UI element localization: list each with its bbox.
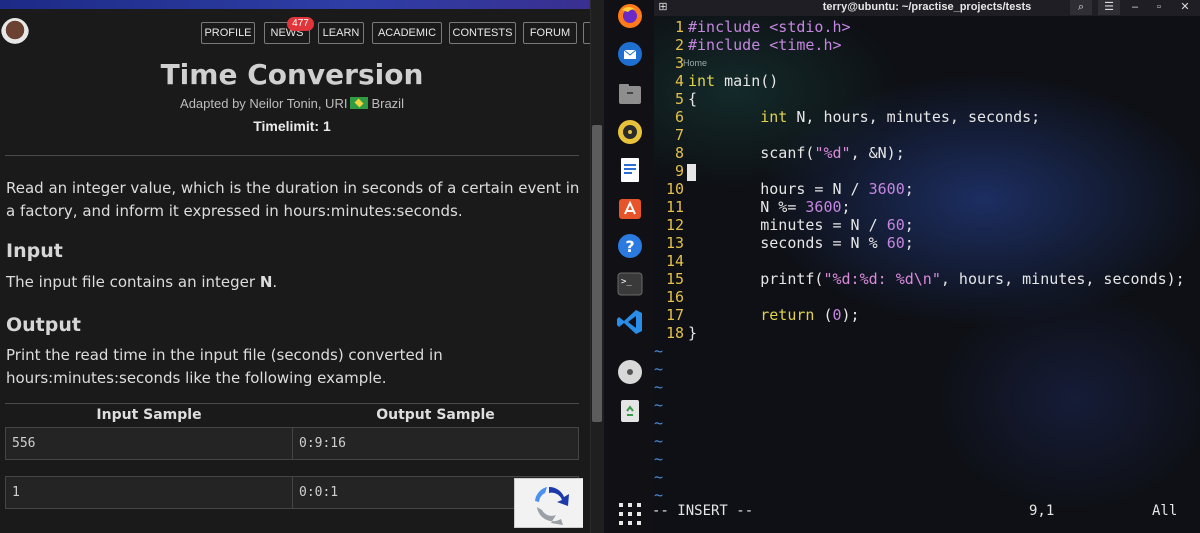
code-line: #include <stdio.h> — [688, 18, 851, 36]
input-variable: N — [259, 273, 273, 291]
new-tab-icon[interactable]: ⊞ — [654, 0, 672, 15]
divider — [5, 155, 579, 156]
empty-line-tilde: ~ — [654, 378, 664, 396]
code-line: seconds = N % 60; — [688, 234, 914, 252]
sample-output-cell: 0:9:16 — [292, 427, 579, 460]
code-line: printf("%d:%d: %d\n", hours, minutes, se… — [688, 270, 1185, 288]
menu-icon[interactable]: ☰ — [1098, 0, 1120, 15]
maximize-icon[interactable]: ▫ — [1150, 0, 1168, 15]
line-number: 1 — [674, 18, 684, 36]
line-number: 13 — [665, 234, 684, 252]
code-line: { — [688, 90, 698, 108]
output-heading: Output — [6, 314, 81, 336]
recaptcha-icon — [535, 486, 569, 525]
nav-forum-button[interactable]: FORUM — [523, 22, 577, 44]
firefox-icon[interactable] — [616, 2, 644, 30]
output-text: Print the read time in the input file (s… — [6, 346, 443, 387]
minimize-icon[interactable]: – — [1126, 0, 1144, 15]
vim-scroll-indicator: All — [1152, 503, 1178, 519]
input-text-main: The input file contains an integer — [6, 273, 260, 291]
empty-line-tilde: ~ — [654, 360, 664, 378]
desktop-home-label: Home — [683, 58, 708, 68]
timelimit: Timelimit: 1 — [253, 118, 331, 134]
empty-line-tilde: ~ — [654, 450, 664, 468]
nav-profile-button[interactable]: PROFILE — [201, 22, 255, 44]
problem-description: Read an integer value, which is the dura… — [6, 179, 580, 220]
code-line: minutes = N / 60; — [688, 216, 914, 234]
vim-mode-indicator: -- INSERT -- — [652, 503, 754, 519]
rhythmbox-icon[interactable] — [616, 118, 644, 146]
svg-text:>_: >_ — [621, 277, 632, 287]
vim-cursor-position: 9,1 — [1029, 503, 1055, 519]
input-text: The input file contains an integer N. — [6, 271, 581, 294]
line-number: 2 — [674, 36, 684, 54]
svg-text:?: ? — [625, 237, 634, 256]
site-header-band — [0, 0, 590, 9]
trash-icon[interactable] — [616, 396, 644, 424]
code-line: scanf("%d", &N); — [688, 144, 905, 162]
empty-line-tilde: ~ — [654, 432, 664, 450]
help-icon[interactable]: ? — [616, 232, 644, 260]
news-count-badge: 477 — [287, 17, 314, 31]
line-number: 4 — [674, 72, 684, 90]
line-number: 7 — [674, 126, 684, 144]
thunderbird-icon[interactable] — [616, 40, 644, 68]
line-number: 3 — [674, 54, 684, 72]
line-number: 12 — [665, 216, 684, 234]
writer-icon[interactable] — [616, 156, 644, 184]
sample-input-cell: 556 — [5, 427, 293, 460]
code-line: N %= 3600; — [688, 198, 851, 216]
recaptcha-badge[interactable] — [514, 478, 583, 528]
line-number: 8 — [674, 144, 684, 162]
text-cursor — [687, 164, 696, 181]
avatar[interactable] — [1, 18, 29, 48]
code-line: return (0); — [760, 306, 860, 324]
problem-author: Adapted by Neilor Tonin, URI Brazil — [0, 96, 584, 111]
browser-pane: PROFILE NEWS 477 LEARN ACADEMIC CONTESTS… — [0, 0, 590, 533]
table-top-divider — [5, 403, 579, 404]
problem-title: Time Conversion — [160, 58, 424, 91]
browser-scrollbar-thumb[interactable] — [592, 125, 602, 422]
empty-line-tilde: ~ — [654, 396, 664, 414]
code-line: } — [688, 324, 698, 342]
vscode-icon[interactable] — [616, 308, 644, 336]
empty-line-tilde: ~ — [654, 468, 664, 486]
input-sample-header: Input Sample — [96, 407, 202, 423]
empty-line-tilde: ~ — [654, 414, 664, 432]
code-line: #include <time.h> — [688, 36, 842, 54]
author-text: Adapted by Neilor Tonin, URI — [180, 96, 348, 111]
nav-academic-button[interactable]: ACADEMIC — [372, 22, 442, 44]
nav-contests-button[interactable]: CONTESTS — [449, 22, 516, 44]
code-line: int N, hours, minutes, seconds; — [760, 108, 1041, 126]
close-icon[interactable]: ✕ — [1176, 0, 1194, 15]
line-number: 10 — [665, 180, 684, 198]
input-text-end: . — [272, 273, 278, 291]
line-number: 18 — [665, 324, 684, 342]
line-number: 14 — [665, 252, 684, 270]
terminal-icon[interactable]: >_ — [616, 270, 644, 298]
input-heading: Input — [6, 240, 63, 262]
nav-learn-button[interactable]: LEARN — [318, 22, 364, 44]
code-line: hours = N / 3600; — [688, 180, 914, 198]
line-number: 5 — [674, 90, 684, 108]
app-grid-icon[interactable] — [616, 500, 644, 528]
line-number: 6 — [674, 108, 684, 126]
line-number: 9 — [674, 162, 684, 180]
brazil-flag-icon — [350, 97, 369, 109]
country-name: Brazil — [371, 96, 404, 111]
sample-input-cell: 1 — [5, 476, 293, 509]
line-number: 15 — [665, 270, 684, 288]
empty-line-tilde: ~ — [654, 342, 664, 360]
line-number: 17 — [665, 306, 684, 324]
disc-icon[interactable] — [616, 358, 644, 386]
nav-more-button[interactable] — [583, 22, 590, 44]
search-icon[interactable]: ⌕ — [1070, 0, 1092, 15]
empty-line-tilde: ~ — [654, 486, 664, 504]
software-center-icon[interactable] — [616, 194, 644, 222]
code-line: int main() — [688, 72, 779, 90]
line-number: 16 — [665, 288, 684, 306]
files-icon[interactable] — [616, 80, 644, 108]
line-number: 11 — [665, 198, 684, 216]
output-sample-header: Output Sample — [376, 407, 495, 423]
